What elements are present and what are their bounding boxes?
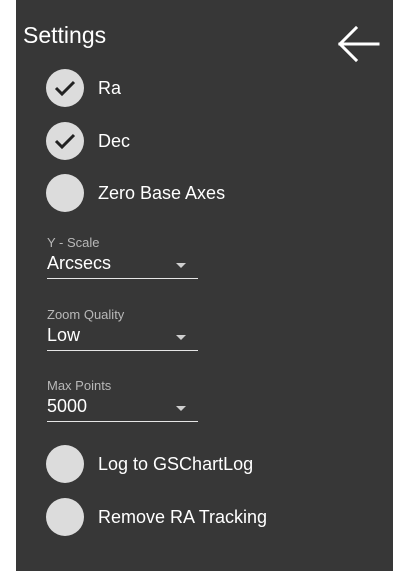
toggle-remove-ra-tracking-label: Remove RA Tracking bbox=[98, 506, 268, 527]
zoom-quality-value: Low bbox=[47, 325, 81, 345]
back-button[interactable] bbox=[336, 24, 382, 64]
chevron-down-icon bbox=[176, 335, 186, 340]
toggle-log-to-gschartlog[interactable]: Log to GSChartLog bbox=[46, 444, 253, 484]
toggle-zero-base-axes-label: Zero Base Axes bbox=[98, 182, 226, 203]
y-scale-select-group: Y - Scale Arcsecs bbox=[47, 235, 198, 279]
checkmark-icon bbox=[54, 80, 76, 97]
zoom-quality-select[interactable]: Low bbox=[47, 322, 198, 351]
toggle-zero-base-axes-circle[interactable] bbox=[46, 174, 84, 212]
chevron-down-icon bbox=[176, 406, 186, 411]
max-points-select-group: Max Points 5000 bbox=[47, 378, 198, 422]
zoom-quality-select-group: Zoom Quality Low bbox=[47, 307, 198, 351]
settings-panel: Settings Ra Dec Zero Base Axes Y - Scale bbox=[16, 0, 393, 571]
toggle-ra-circle[interactable] bbox=[46, 69, 84, 107]
arrow-left-icon bbox=[337, 25, 380, 63]
max-points-value: 5000 bbox=[47, 396, 88, 416]
chevron-down-icon bbox=[176, 263, 186, 268]
toggle-remove-ra-tracking[interactable]: Remove RA Tracking bbox=[46, 497, 267, 537]
toggle-ra[interactable]: Ra bbox=[46, 68, 121, 108]
toggle-dec-circle[interactable] bbox=[46, 122, 84, 160]
max-points-select[interactable]: 5000 bbox=[47, 393, 198, 422]
toggle-ra-label: Ra bbox=[98, 77, 122, 98]
y-scale-value: Arcsecs bbox=[47, 253, 112, 273]
toggle-log-to-gschartlog-circle[interactable] bbox=[46, 445, 84, 483]
settings-title: Settings bbox=[23, 22, 107, 48]
toggle-dec[interactable]: Dec bbox=[46, 121, 130, 161]
max-points-caption: Max Points bbox=[47, 378, 112, 393]
toggle-zero-base-axes[interactable]: Zero Base Axes bbox=[46, 173, 225, 213]
checkmark-icon bbox=[54, 133, 76, 150]
toggle-remove-ra-tracking-circle[interactable] bbox=[46, 498, 84, 536]
y-scale-caption: Y - Scale bbox=[47, 235, 100, 250]
y-scale-select[interactable]: Arcsecs bbox=[47, 250, 198, 279]
toggle-log-to-gschartlog-label: Log to GSChartLog bbox=[98, 453, 254, 474]
zoom-quality-caption: Zoom Quality bbox=[47, 307, 125, 322]
toggle-dec-label: Dec bbox=[98, 130, 131, 151]
